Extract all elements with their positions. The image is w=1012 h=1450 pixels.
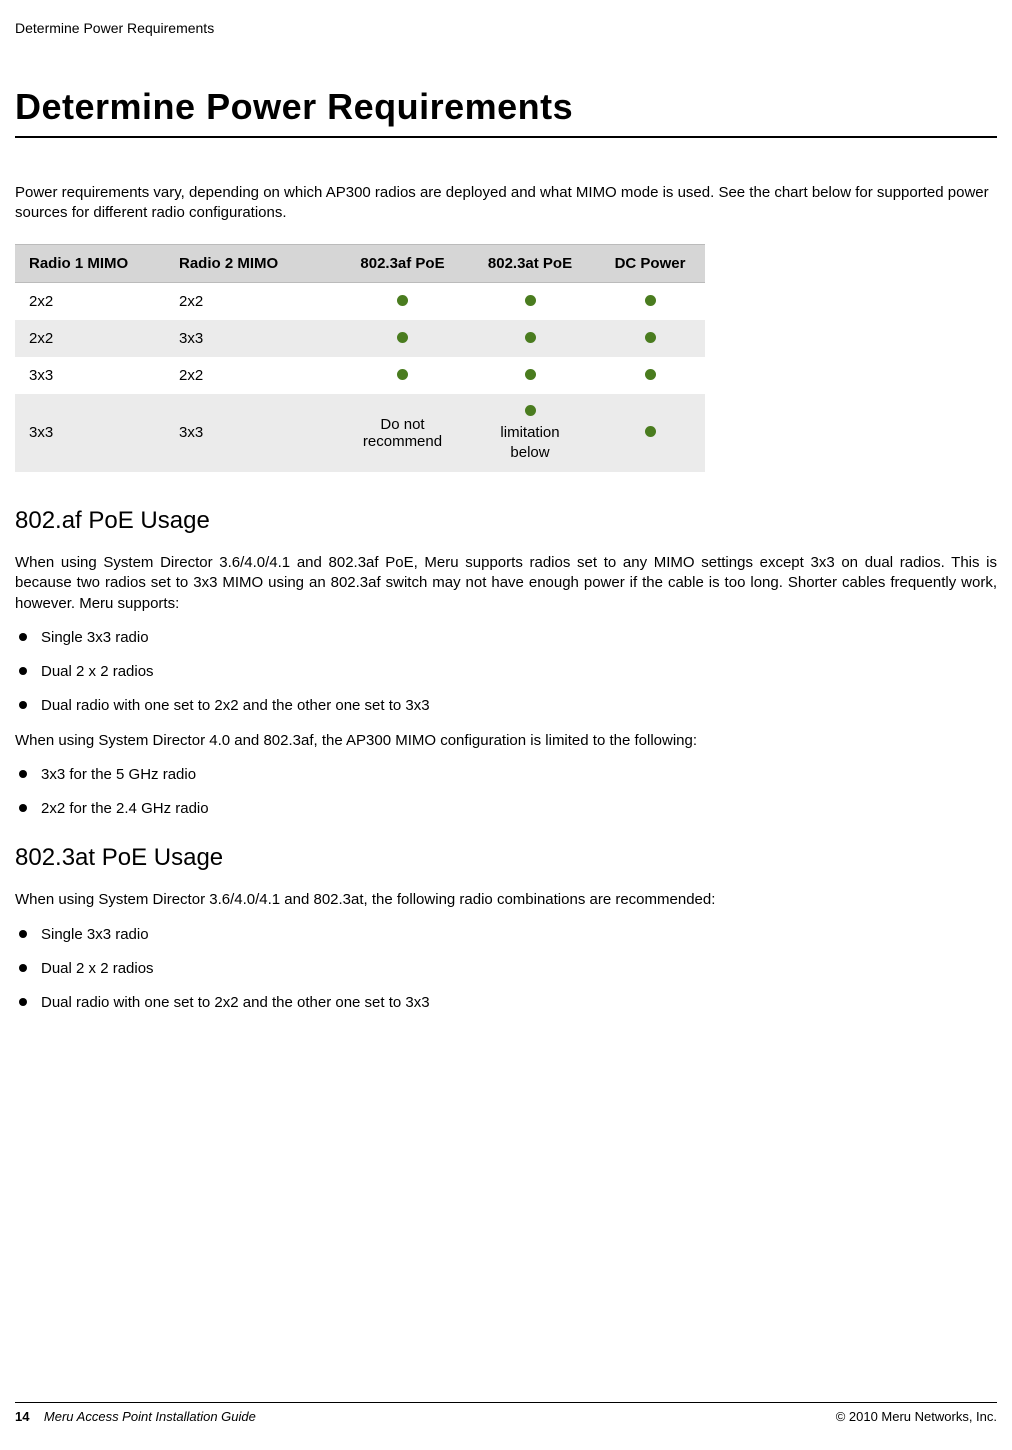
supported-dot-icon [645, 426, 656, 437]
at-paragraph-1: When using System Director 3.6/4.0/4.1 a… [15, 890, 997, 910]
af-list-1: Single 3x3 radio Dual 2 x 2 radios Dual … [15, 628, 997, 717]
page-title: Determine Power Requirements [15, 86, 997, 128]
supported-dot-icon [645, 369, 656, 380]
th-dc: DC Power [595, 244, 705, 282]
supported-dot-icon [645, 295, 656, 306]
table-row: 2x2 2x2 [15, 282, 705, 320]
cell-af [340, 357, 465, 394]
supported-dot-icon [645, 332, 656, 343]
running-header: Determine Power Requirements [15, 20, 997, 36]
supported-dot-icon [525, 295, 536, 306]
cell-r1: 3x3 [15, 394, 165, 473]
supported-dot-icon [525, 369, 536, 380]
cell-dc [595, 357, 705, 394]
list-item: Single 3x3 radio [15, 628, 997, 648]
th-radio1: Radio 1 MIMO [15, 244, 165, 282]
cell-r2: 3x3 [165, 320, 340, 357]
page-footer: 14 Meru Access Point Installation Guide … [15, 1402, 997, 1424]
cell-af [340, 320, 465, 357]
cell-r2: 2x2 [165, 357, 340, 394]
cell-at: limitation below [465, 394, 595, 473]
list-item: 2x2 for the 2.4 GHz radio [15, 799, 997, 819]
cell-r1: 2x2 [15, 320, 165, 357]
power-requirements-table: Radio 1 MIMO Radio 2 MIMO 802.3af PoE 80… [15, 244, 705, 473]
list-item: Dual 2 x 2 radios [15, 959, 997, 979]
table-header-row: Radio 1 MIMO Radio 2 MIMO 802.3af PoE 80… [15, 244, 705, 282]
page-number: 14 [15, 1409, 29, 1424]
at-list-1: Single 3x3 radio Dual 2 x 2 radios Dual … [15, 925, 997, 1014]
af-paragraph-1: When using System Director 3.6/4.0/4.1 a… [15, 553, 997, 614]
title-rule [15, 136, 997, 138]
table-row: 2x2 3x3 [15, 320, 705, 357]
th-af: 802.3af PoE [340, 244, 465, 282]
supported-dot-icon [397, 332, 408, 343]
th-at: 802.3at PoE [465, 244, 595, 282]
list-item: 3x3 for the 5 GHz radio [15, 765, 997, 785]
supported-dot-icon [525, 405, 536, 416]
footer-left: 14 Meru Access Point Installation Guide [15, 1409, 256, 1424]
table-row: 3x3 2x2 [15, 357, 705, 394]
intro-paragraph: Power requirements vary, depending on wh… [15, 183, 997, 224]
cell-r2: 2x2 [165, 282, 340, 320]
section-heading-at: 802.3at PoE Usage [15, 844, 997, 872]
list-item: Single 3x3 radio [15, 925, 997, 945]
cell-r1: 2x2 [15, 282, 165, 320]
cell-af: Do not recommend [340, 394, 465, 473]
cell-dc [595, 394, 705, 473]
supported-dot-icon [525, 332, 536, 343]
section-heading-af: 802.af PoE Usage [15, 507, 997, 535]
af-paragraph-2: When using System Director 4.0 and 802.3… [15, 731, 997, 751]
cell-at-note: limitation below [500, 424, 559, 461]
list-item: Dual radio with one set to 2x2 and the o… [15, 993, 997, 1013]
footer-copyright: © 2010 Meru Networks, Inc. [836, 1409, 997, 1424]
cell-r1: 3x3 [15, 357, 165, 394]
cell-at [465, 357, 595, 394]
cell-dc [595, 320, 705, 357]
table-row: 3x3 3x3 Do not recommend limitation belo… [15, 394, 705, 473]
list-item: Dual 2 x 2 radios [15, 662, 997, 682]
th-radio2: Radio 2 MIMO [165, 244, 340, 282]
cell-af [340, 282, 465, 320]
list-item: Dual radio with one set to 2x2 and the o… [15, 696, 997, 716]
supported-dot-icon [397, 295, 408, 306]
cell-at [465, 320, 595, 357]
cell-r2: 3x3 [165, 394, 340, 473]
af-list-2: 3x3 for the 5 GHz radio 2x2 for the 2.4 … [15, 765, 997, 820]
cell-dc [595, 282, 705, 320]
cell-at [465, 282, 595, 320]
footer-doc-title: Meru Access Point Installation Guide [44, 1409, 256, 1424]
supported-dot-icon [397, 369, 408, 380]
